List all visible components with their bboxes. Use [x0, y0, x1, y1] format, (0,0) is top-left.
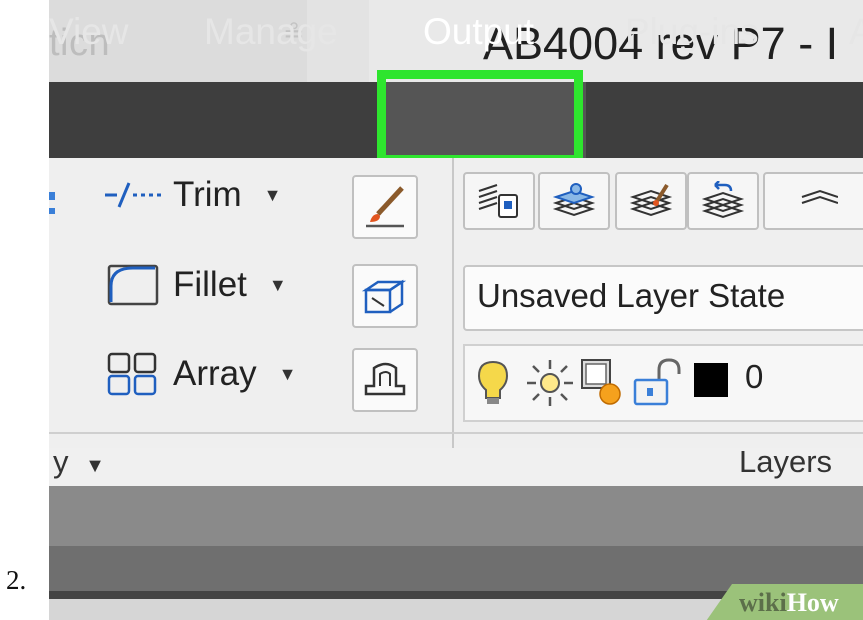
- layers-panel-label[interactable]: Layers: [739, 444, 832, 480]
- brush-icon: [366, 186, 404, 228]
- panel-expand-icon[interactable]: ▼: [85, 455, 105, 477]
- file-tab-bar: [49, 486, 863, 546]
- stretch-button[interactable]: [352, 348, 418, 412]
- layer-properties-button[interactable]: [463, 172, 535, 230]
- modify-panel-label-text: y: [53, 444, 69, 479]
- current-layer-name: 0: [745, 358, 764, 395]
- partial-left-icon-2: [49, 208, 55, 214]
- panel-footer-divider: [49, 432, 863, 434]
- viewport-freeze-icon: [581, 359, 621, 405]
- sun-icon: [527, 360, 573, 406]
- layer-control[interactable]: 0: [463, 344, 863, 422]
- array-icon: [105, 352, 161, 396]
- trim-label: Trim: [173, 175, 242, 214]
- watermark-logo: wikiHow: [739, 588, 839, 618]
- layer-stack-icon: [552, 183, 596, 217]
- array-tool[interactable]: Array ▼: [105, 352, 296, 396]
- trim-icon: [105, 180, 161, 210]
- lightbulb-icon: [477, 360, 509, 404]
- trim-tool[interactable]: Trim ▼: [105, 175, 282, 215]
- match-properties-button[interactable]: [352, 175, 418, 239]
- layer-previous-icon: [701, 181, 745, 219]
- layer-more-icon: [801, 189, 838, 204]
- tab-output[interactable]: Output: [423, 11, 534, 53]
- tab-a-partial[interactable]: A: [849, 11, 863, 53]
- layer-state-value: Unsaved Layer State: [477, 277, 786, 314]
- partial-left-icon-1: [49, 192, 55, 200]
- watermark-how: How: [786, 588, 839, 617]
- tab-plug-ins[interactable]: Plug-ins: [625, 11, 759, 53]
- panel-divider: [452, 158, 454, 448]
- array-label: Array: [173, 354, 257, 393]
- 3d-box-icon: [362, 279, 407, 314]
- modify-panel-label[interactable]: y ▼: [53, 444, 105, 480]
- output-tab-highlight: [377, 70, 583, 164]
- unlock-icon: [633, 358, 681, 406]
- trim-dropdown-icon[interactable]: ▼: [264, 185, 282, 206]
- make-current-button[interactable]: [615, 172, 687, 230]
- fillet-dropdown-icon[interactable]: ▼: [269, 275, 287, 296]
- layer-color-swatch: [694, 363, 728, 397]
- fillet-label: Fillet: [173, 265, 247, 304]
- tab-view[interactable]: View: [49, 11, 129, 53]
- stretch-icon: [364, 362, 406, 396]
- layer-brush-icon: [629, 183, 673, 217]
- layer-previous-button[interactable]: [687, 172, 759, 230]
- watermark-wiki: wiki: [739, 588, 787, 617]
- array-dropdown-icon[interactable]: ▼: [279, 364, 297, 385]
- fillet-icon: [105, 262, 161, 308]
- autocad-screenshot: ticn ≗ AB4004 rev P7 - I View Manage Out…: [49, 0, 863, 620]
- layer-states-button[interactable]: [538, 172, 610, 230]
- tab-manage[interactable]: Manage: [204, 11, 338, 53]
- 3d-array-button[interactable]: [352, 264, 418, 328]
- layer-state-dropdown[interactable]: Unsaved Layer State: [463, 265, 863, 331]
- step-number: 2.: [6, 565, 27, 595]
- fillet-tool[interactable]: Fillet ▼: [105, 262, 287, 308]
- layer-more-button[interactable]: [763, 172, 863, 230]
- layer-properties-icon: [478, 184, 518, 218]
